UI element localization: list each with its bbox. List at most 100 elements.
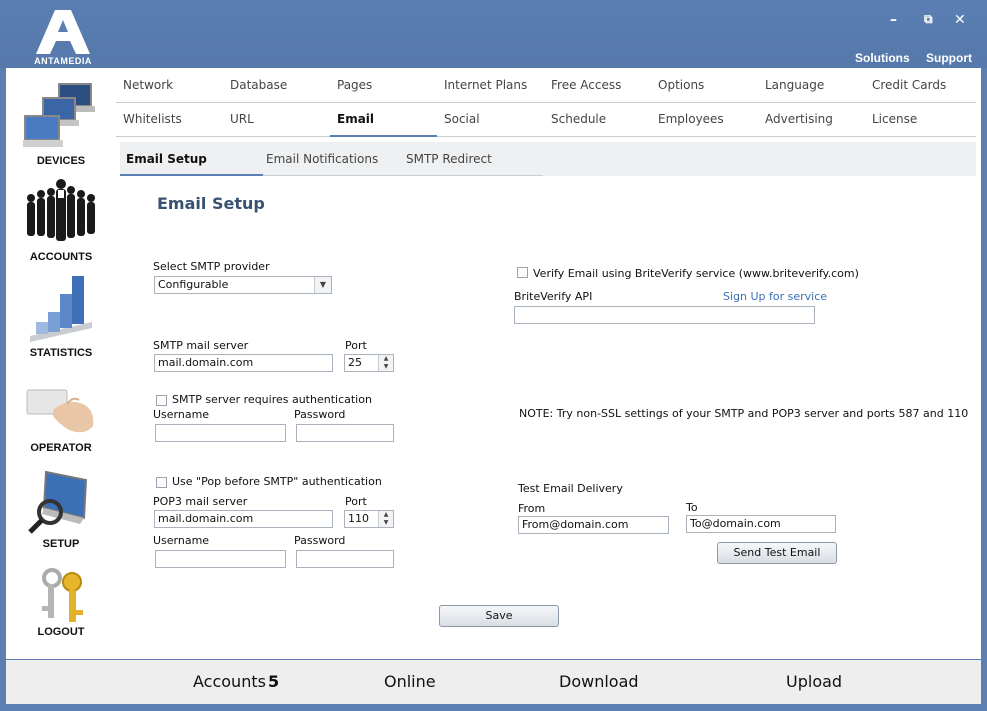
- briteverify-api-input[interactable]: [514, 306, 815, 324]
- smtp-port-label: Port: [345, 339, 367, 352]
- briteverify-signup-link[interactable]: Sign Up for service: [723, 290, 827, 303]
- setup-icon: [28, 470, 88, 534]
- close-button[interactable]: ✕: [954, 12, 966, 28]
- spin-down-icon[interactable]: ▼: [379, 363, 393, 371]
- tab-network[interactable]: Network: [123, 68, 173, 102]
- minimize-button[interactable]: –: [890, 12, 897, 28]
- pop-password-input[interactable]: [296, 550, 394, 568]
- operator-icon: [26, 389, 94, 433]
- spin-down-icon[interactable]: ▼: [379, 519, 393, 527]
- sidebar-label-setup: SETUP: [42, 538, 80, 550]
- briteverify-label: Verify Email using BriteVerify service (…: [533, 267, 859, 280]
- sidebar-label-devices: DEVICES: [36, 155, 86, 167]
- smtp-server-label: SMTP mail server: [153, 339, 249, 352]
- tab-advertising[interactable]: Advertising: [765, 102, 833, 136]
- from-input[interactable]: From@domain.com: [518, 516, 669, 534]
- tab-row-2: Whitelists URL Email Social Schedule Emp…: [116, 102, 976, 137]
- from-label: From: [518, 502, 546, 515]
- sidebar: DEVICES ACCOUNTS STATISTICS OPERATOR SET…: [6, 68, 116, 659]
- pop3-port-stepper[interactable]: 110 ▲ ▼: [344, 510, 394, 528]
- tab-social[interactable]: Social: [444, 102, 480, 136]
- sidebar-label-accounts: ACCOUNTS: [29, 251, 93, 263]
- subtab-smtp-redirect[interactable]: SMTP Redirect: [406, 142, 492, 176]
- subtab-bar: Email Setup Email Notifications SMTP Red…: [120, 142, 976, 176]
- pop3-port-value: 110: [348, 512, 369, 525]
- briteverify-api-label: BriteVerify API: [514, 290, 593, 303]
- tab-url[interactable]: URL: [230, 102, 254, 136]
- status-bar: Accounts 5 Online Download Upload: [6, 660, 981, 704]
- to-input[interactable]: To@domain.com: [686, 515, 836, 533]
- tab-row-1: Network Database Pages Internet Plans Fr…: [116, 68, 976, 103]
- test-email-heading: Test Email Delivery: [518, 482, 623, 495]
- tab-email[interactable]: Email: [337, 102, 374, 136]
- pop-username-input[interactable]: [155, 550, 286, 568]
- active-tab-indicator: [330, 135, 437, 137]
- status-accounts-label: Accounts: [193, 672, 266, 691]
- sidebar-item-accounts[interactable]: ACCOUNTS: [6, 176, 116, 268]
- smtp-provider-select[interactable]: Configurable ▼: [154, 276, 332, 294]
- tab-internet-plans[interactable]: Internet Plans: [444, 68, 527, 102]
- smtp-provider-label: Select SMTP provider: [153, 260, 270, 273]
- statistics-icon: [30, 276, 92, 342]
- tab-pages[interactable]: Pages: [337, 68, 372, 102]
- antamedia-logo: ANTAMEDIA: [28, 8, 98, 68]
- pop-auth-checkbox[interactable]: [156, 477, 167, 488]
- title-bar: ANTAMEDIA – ⧉ ✕ Solutions Support: [0, 0, 987, 68]
- accounts-icon: [27, 179, 95, 241]
- to-label: To: [686, 501, 698, 514]
- tab-language[interactable]: Language: [765, 68, 824, 102]
- sidebar-label-operator: OPERATOR: [30, 442, 92, 454]
- subtab-email-notifications[interactable]: Email Notifications: [266, 142, 378, 176]
- sidebar-label-logout: LOGOUT: [37, 626, 85, 638]
- pop3-server-label: POP3 mail server: [153, 495, 248, 508]
- tab-schedule[interactable]: Schedule: [551, 102, 606, 136]
- tab-credit-cards[interactable]: Credit Cards: [872, 68, 946, 102]
- smtp-username-input[interactable]: [155, 424, 286, 442]
- stepper-buttons: ▲ ▼: [378, 355, 393, 371]
- pop-auth-label: Use "Pop before SMTP" authentication: [172, 475, 382, 488]
- subtab-divider: [263, 175, 543, 176]
- subtab-email-setup[interactable]: Email Setup: [126, 142, 207, 176]
- restore-button[interactable]: ⧉: [924, 12, 933, 27]
- send-test-email-button[interactable]: Send Test Email: [717, 542, 837, 564]
- devices-icon: [23, 83, 95, 147]
- sidebar-item-logout[interactable]: LOGOUT: [6, 562, 116, 646]
- pop3-server-input[interactable]: mail.domain.com: [154, 510, 333, 528]
- spin-up-icon[interactable]: ▲: [379, 355, 393, 363]
- smtp-server-input[interactable]: mail.domain.com: [154, 354, 333, 372]
- tab-free-access[interactable]: Free Access: [551, 68, 621, 102]
- sidebar-item-devices[interactable]: DEVICES: [6, 76, 116, 172]
- pop-password-label: Password: [294, 534, 346, 547]
- tab-options[interactable]: Options: [658, 68, 704, 102]
- logout-icon: [42, 568, 83, 622]
- smtp-port-stepper[interactable]: 25 ▲ ▼: [344, 354, 394, 372]
- ssl-note: NOTE: Try non-SSL settings of your SMTP …: [519, 407, 969, 420]
- sidebar-item-statistics[interactable]: STATISTICS: [6, 268, 116, 364]
- solutions-link[interactable]: Solutions: [855, 51, 910, 65]
- briteverify-checkbox[interactable]: [517, 267, 528, 278]
- save-button[interactable]: Save: [439, 605, 559, 627]
- smtp-password-label: Password: [294, 408, 346, 421]
- main-content: Network Database Pages Internet Plans Fr…: [116, 68, 981, 659]
- smtp-port-value: 25: [348, 356, 362, 369]
- tab-database[interactable]: Database: [230, 68, 287, 102]
- smtp-username-label: Username: [153, 408, 210, 421]
- logo-icon: [36, 10, 90, 54]
- smtp-auth-checkbox[interactable]: [156, 395, 167, 406]
- status-download: Download: [559, 672, 639, 691]
- smtp-auth-label: SMTP server requires authentication: [172, 393, 372, 406]
- smtp-provider-value: Configurable: [158, 278, 229, 291]
- support-link[interactable]: Support: [926, 51, 972, 65]
- smtp-password-input[interactable]: [296, 424, 394, 442]
- tab-license[interactable]: License: [872, 102, 917, 136]
- sidebar-item-operator[interactable]: OPERATOR: [6, 368, 116, 460]
- chevron-down-icon: ▼: [314, 277, 331, 293]
- sidebar-item-setup[interactable]: SETUP: [6, 464, 116, 556]
- tab-whitelists[interactable]: Whitelists: [123, 102, 182, 136]
- active-subtab-indicator: [120, 174, 263, 176]
- status-upload: Upload: [786, 672, 843, 691]
- spin-up-icon[interactable]: ▲: [379, 511, 393, 519]
- tab-employees[interactable]: Employees: [658, 102, 724, 136]
- pop3-port-label: Port: [345, 495, 367, 508]
- pop-username-label: Username: [153, 534, 210, 547]
